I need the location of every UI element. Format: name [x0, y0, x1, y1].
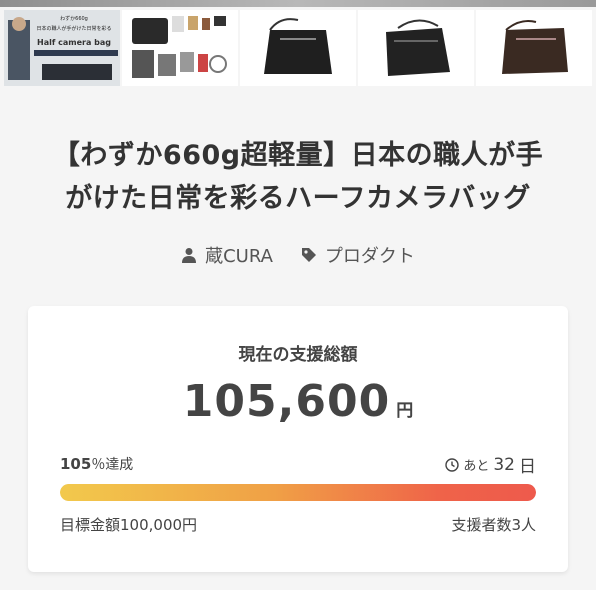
remaining-unit: 日	[519, 457, 536, 477]
thumbnail-1[interactable]: わずか660g 日本の職人が手がけた日常を彩る Half camera bag	[4, 10, 120, 86]
project-title-line-1: 【わずか660g超軽量】日本の職人が手	[52, 140, 544, 171]
funding-summary-card: 現在の支援総額 105,600 円 105％達成 あと 32 日 目標金額100…	[28, 306, 568, 572]
remaining-prefix: あと	[463, 459, 490, 474]
project-meta: 蔵CURA プロダクト	[0, 240, 596, 270]
achievement-percent: 105	[60, 455, 92, 473]
thumbnail-4[interactable]	[358, 10, 474, 86]
goal-amount: 目標金額100,000円	[60, 516, 198, 534]
thumb-caption-3: Half camera bag	[37, 38, 111, 47]
project-category-name: プロダクト	[324, 246, 415, 267]
thumb-caption-1: わずか660g	[60, 15, 88, 22]
funding-label: 現在の支援総額	[238, 345, 358, 365]
clock-icon	[445, 457, 460, 472]
image-thumbnail-strip: わずか660g 日本の職人が手がけた日常を彩る Half camera bag	[0, 0, 596, 96]
achievement-suffix: ％達成	[91, 457, 134, 473]
progress-bar	[60, 484, 536, 501]
project-title: 【わずか660g超軽量】日本の職人が手 がけた日常を彩るハーフカメラバッグ	[20, 134, 576, 220]
funding-currency: 円	[396, 401, 414, 421]
thumbnail-2[interactable]	[122, 10, 238, 86]
thumb-caption-2: 日本の職人が手がけた日常を彩る	[36, 25, 111, 32]
remaining-time: あと 32 日	[445, 452, 536, 477]
project-owner-link[interactable]: 蔵CURA	[181, 242, 273, 268]
backer-count: 支援者数3人	[451, 516, 536, 534]
funding-amount: 105,600	[182, 376, 391, 427]
project-page: わずか660g 日本の職人が手がけた日常を彩る Half camera bag	[0, 0, 596, 590]
project-owner-name: 蔵CURA	[205, 246, 273, 267]
project-title-line-2: がけた日常を彩るハーフカメラバッグ	[65, 183, 531, 214]
project-category-link[interactable]: プロダクト	[301, 242, 415, 268]
funding-amount-row: 105,600 円	[28, 376, 568, 427]
tag-icon	[301, 248, 316, 262]
thumbnail-5[interactable]	[476, 10, 592, 86]
remaining-days: 32	[493, 454, 515, 475]
person-icon	[182, 248, 197, 263]
achievement-rate: 105％達成	[60, 454, 133, 474]
progress-bar-fill	[60, 484, 536, 501]
thumbnail-3[interactable]	[240, 10, 356, 86]
